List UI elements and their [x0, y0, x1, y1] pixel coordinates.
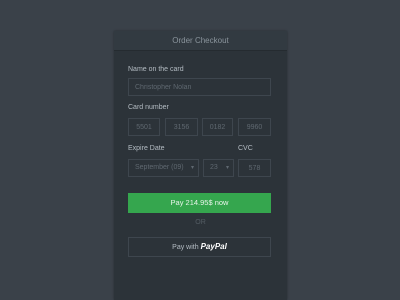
card-number-input-3[interactable]	[203, 119, 232, 135]
expire-year-select[interactable]: 23 ▾	[203, 159, 234, 177]
paypal-button[interactable]: Pay with PayPal	[128, 237, 271, 257]
card-number-group-1[interactable]	[128, 118, 160, 136]
card-number-group-3[interactable]	[202, 118, 233, 136]
card-number-group-2[interactable]	[165, 118, 198, 136]
page-title: Order Checkout	[172, 36, 229, 45]
card-number-input-4[interactable]	[239, 119, 270, 135]
paypal-logo: PayPal	[200, 242, 227, 251]
name-on-card-label: Name on the card	[128, 66, 184, 73]
card-header: Order Checkout	[114, 31, 287, 51]
card-number-input-2[interactable]	[166, 119, 197, 135]
card-number-input-1[interactable]	[129, 119, 159, 135]
cvc-input[interactable]	[239, 160, 270, 176]
name-on-card-field[interactable]	[128, 78, 271, 96]
expire-month-select[interactable]: September (09) ▾	[128, 159, 199, 177]
expire-month-value: September (09)	[135, 164, 184, 171]
paypal-prefix: Pay with	[172, 244, 199, 251]
cvc-field[interactable]	[238, 159, 271, 177]
card-number-group-4[interactable]	[238, 118, 271, 136]
cvc-label: CVC	[238, 145, 253, 152]
chevron-down-icon: ▾	[190, 165, 194, 171]
chevron-down-icon: ▾	[225, 165, 229, 171]
expire-date-label: Expire Date	[128, 145, 165, 152]
name-on-card-input[interactable]	[135, 79, 270, 95]
pay-now-button[interactable]: Pay 214.95$ now	[128, 193, 271, 213]
or-separator: OR	[195, 219, 206, 226]
expire-year-value: 23	[210, 164, 218, 171]
card-number-label: Card number	[128, 104, 169, 111]
